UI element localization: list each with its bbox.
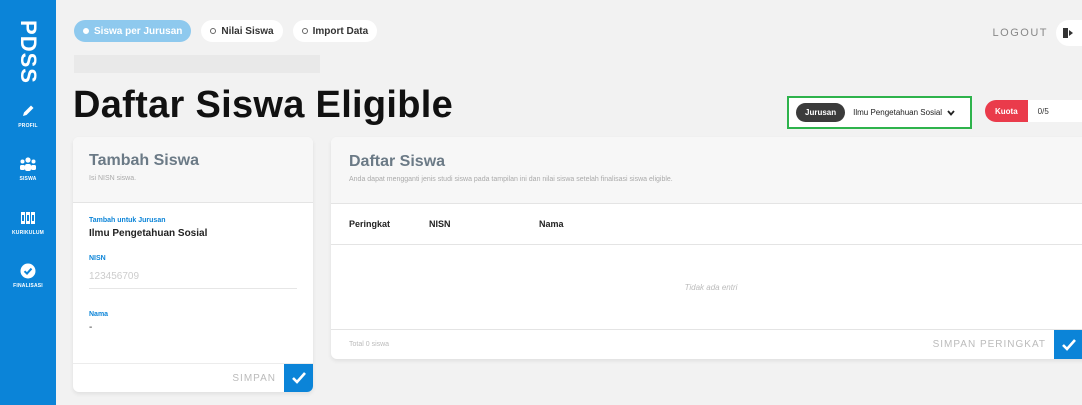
total-count: Total 0 siswa <box>349 341 390 348</box>
jurusan-field-label: Tambah untuk Jurusan <box>89 217 166 224</box>
tambah-siswa-card: Tambah Siswa Isi NISN siswa. Tambah untu… <box>73 137 313 392</box>
table-header: Peringkat NISN Nama <box>331 204 1082 245</box>
page-title: Daftar Siswa Eligible <box>73 84 454 126</box>
sidebar-item-label: KURIKULUM <box>11 230 45 236</box>
simpan-check-button[interactable] <box>284 363 313 392</box>
radio-dot-icon <box>83 28 89 34</box>
card-title: Tambah Siswa <box>89 152 199 169</box>
placeholder-bar <box>74 55 320 73</box>
kuota-label: Kuota <box>985 100 1028 122</box>
sidebar-item-kurikulum[interactable]: KURIKULUM <box>0 210 56 236</box>
column-header-peringkat[interactable]: Peringkat <box>349 219 429 229</box>
nisn-field-label: NISN <box>89 255 106 262</box>
nama-field-value: - <box>89 322 93 333</box>
jurusan-label: Jurusan <box>796 103 846 122</box>
card-subtitle: Isi NISN siswa. <box>89 175 137 182</box>
sidebar: PDSS PROFIL SISWA KURIKULUM FINALISASI <box>0 0 56 405</box>
jurusan-field-value: Ilmu Pengetahuan Sosial <box>89 228 208 239</box>
chevron-down-icon <box>947 109 955 116</box>
sidebar-item-profil[interactable]: PROFIL <box>0 103 56 129</box>
tab-nilai-siswa[interactable]: Nilai Siswa <box>201 20 283 42</box>
card-header: Tambah Siswa Isi NISN siswa. <box>73 137 313 203</box>
tab-label: Nilai Siswa <box>221 25 274 37</box>
simpan-button[interactable]: SIMPAN <box>232 373 276 384</box>
logout-label: LOGOUT <box>992 27 1048 39</box>
sidebar-item-label: PROFIL <box>18 123 38 129</box>
column-header-nama[interactable]: Nama <box>539 219 564 229</box>
users-icon <box>20 157 36 171</box>
check-icon <box>1061 338 1076 351</box>
tab-bar: Siswa per Jurusan Nilai Siswa Import Dat… <box>74 20 378 42</box>
sidebar-item-finalisasi[interactable]: FINALISASI <box>0 263 56 289</box>
logout-button[interactable] <box>1056 20 1082 46</box>
sidebar-item-label: FINALISASI <box>13 283 43 289</box>
sidebar-item-siswa[interactable]: SISWA <box>0 156 56 182</box>
jurusan-dropdown[interactable]: Ilmu Pengetahuan Sosial <box>853 108 955 117</box>
jurusan-selector[interactable]: Jurusan Ilmu Pengetahuan Sosial <box>787 96 972 129</box>
table-footer: Total 0 siswa SIMPAN PERINGKAT <box>331 330 1082 359</box>
books-icon <box>21 212 35 224</box>
column-header-nisn[interactable]: NISN <box>429 219 539 229</box>
empty-state: Tidak ada entri <box>331 245 1082 330</box>
tab-import-data[interactable]: Import Data <box>292 20 378 42</box>
radio-dot-icon <box>301 28 308 34</box>
tab-label: Siswa per Jurusan <box>94 25 183 37</box>
radio-dot-icon <box>210 28 217 34</box>
pencil-icon <box>23 105 34 116</box>
simpan-peringkat-check-button[interactable] <box>1054 330 1082 359</box>
card-footer: SIMPAN <box>73 363 313 392</box>
card-title: Daftar Siswa <box>349 153 446 170</box>
tambah-form: Tambah untuk Jurusan Ilmu Pengetahuan So… <box>73 203 313 333</box>
check-circle-icon <box>20 263 36 279</box>
logout-control[interactable]: LOGOUT <box>993 20 1082 46</box>
brand-logo: PDSS <box>16 20 41 84</box>
daftar-siswa-card: Daftar Siswa Anda dapat mengganti jenis … <box>331 137 1082 359</box>
nama-field-label: Nama <box>89 311 109 318</box>
card-header: Daftar Siswa Anda dapat mengganti jenis … <box>331 137 1082 204</box>
check-icon <box>291 372 306 384</box>
simpan-peringkat-button[interactable]: SIMPAN PERINGKAT <box>933 339 1046 350</box>
logout-icon <box>1063 28 1073 38</box>
card-subtitle: Anda dapat mengganti jenis studi siswa p… <box>349 176 673 183</box>
sidebar-item-label: SISWA <box>19 176 37 182</box>
jurusan-selected-value: Ilmu Pengetahuan Sosial <box>853 108 943 117</box>
kuota-value: 0/5 <box>1027 100 1082 122</box>
tab-label: Import Data <box>312 25 369 37</box>
tab-siswa-per-jurusan[interactable]: Siswa per Jurusan <box>74 20 192 42</box>
nisn-input[interactable] <box>89 269 297 289</box>
kuota-indicator: Kuota 0/5 <box>985 100 1082 122</box>
